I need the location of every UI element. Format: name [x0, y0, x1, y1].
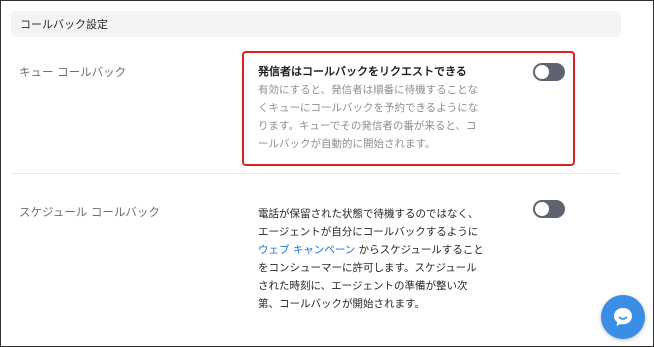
description-line: をコンシューマーに許可します。スケジュール された時刻に、エージェントの準備が整… — [258, 262, 477, 310]
scheduled-callback-description: 電話が保留された状態で待機するのではなく、 エージェントが自分にコールバックする… — [258, 205, 508, 313]
queue-callback-toggle[interactable] — [533, 63, 565, 81]
scheduled-callback-label: スケジュール コールバック — [19, 205, 160, 219]
row-divider — [11, 173, 621, 174]
toggle-knob — [535, 202, 549, 216]
queue-callback-description: 有効にすると、発信者は順番に待機することな くキューにコールバックを予約できるよ… — [258, 84, 479, 150]
web-campaign-link[interactable]: ウェブ キャンペーン — [258, 244, 355, 256]
scheduled-callback-toggle[interactable] — [533, 200, 565, 218]
section-header: コールバック設定 — [11, 11, 621, 37]
description-line: からスケジュールすること — [355, 244, 484, 256]
chat-button[interactable] — [601, 295, 645, 339]
chat-bubble-icon — [614, 308, 632, 326]
description-line: 電話が保留された状態で待機するのではなく、 — [258, 208, 479, 220]
section-title: コールバック設定 — [20, 18, 108, 31]
queue-callback-option-title: 発信者はコールバックをリクエストできる — [258, 65, 467, 78]
settings-panel: コールバック設定 キュー コールバック 発信者はコールバックをリクエストできる … — [0, 0, 654, 347]
description-line: エージェントが自分にコールバックするように — [258, 226, 479, 238]
queue-callback-label: キュー コールバック — [19, 65, 127, 79]
toggle-knob — [535, 65, 549, 79]
